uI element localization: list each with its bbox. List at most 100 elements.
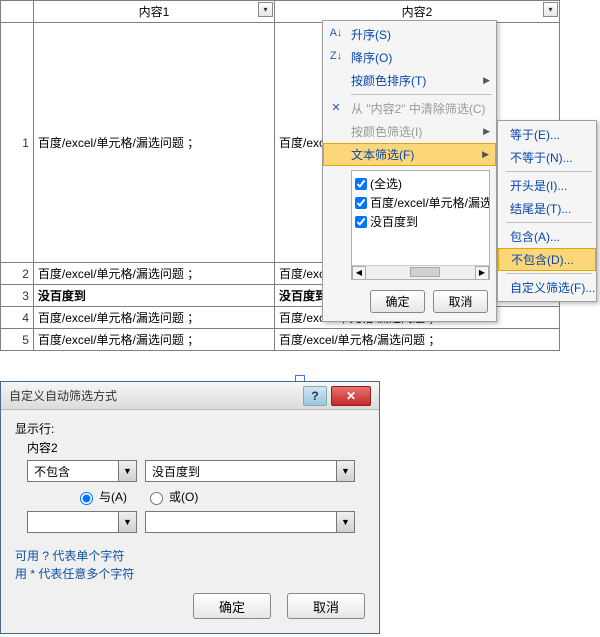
cancel-button[interactable]: 取消 [433,290,488,313]
combo-value: 没百度到 [146,463,336,480]
menu-label: 等于(E)... [510,126,560,143]
spreadsheet-area: 内容1 ▾ 内容2 ▾ 1 百度/excel/单元格/漏选问题 ； 百度/exc… [0,0,600,351]
cell[interactable]: 百度/excel/单元格/漏选问题 ； [33,307,274,329]
sort-by-color-item[interactable]: 按颜色排序(T) ▶ [323,69,496,92]
ok-button[interactable]: 确定 [370,290,425,313]
check-label: 百度/excel/单元格/漏选问题 [370,194,490,211]
checkbox[interactable] [355,178,367,190]
dialog-buttons: 确定 取消 [15,593,365,619]
menu-separator [506,273,592,274]
ends-with-item[interactable]: 结尾是(T)... [498,197,596,220]
logic-radio-group: 与(A) 或(O) [75,488,365,505]
check-label: 没百度到 [370,213,418,230]
clear-filter-item: ✕ 从 "内容2" 中清除筛选(C) [323,97,496,120]
combo-value: 不包含 [28,463,118,480]
and-radio[interactable]: 与(A) [75,488,127,505]
not-equals-item[interactable]: 不等于(N)... [498,146,596,169]
scroll-thumb[interactable] [410,267,440,277]
cell[interactable]: 百度/excel/单元格/漏选问题 ； [33,23,274,263]
menu-label: 升序(S) [351,26,391,43]
dialog-body: 显示行: 内容2 不包含 ▼ 没百度到 ▼ 与(A) 或(O) ▼ ▼ [1,410,379,633]
cell[interactable]: 百度/excel/单元格/漏选问题 ； [33,329,274,351]
dialog-title: 自定义自动筛选方式 [9,387,117,404]
chevron-down-icon[interactable]: ▼ [118,461,136,481]
horizontal-scrollbar[interactable]: ◀ ▶ [352,265,489,279]
submenu-arrow-icon: ▶ [483,126,490,137]
chevron-down-icon[interactable]: ▼ [336,461,354,481]
menu-label: 按颜色排序(T) [351,72,426,89]
custom-filter-item[interactable]: 自定义筛选(F)... [498,276,596,299]
field-label: 内容2 [27,439,365,456]
menu-label: 文本筛选(F) [351,146,414,163]
table-row: 5 百度/excel/单元格/漏选问题 ； 百度/excel/单元格/漏选问题 … [1,329,560,351]
ok-button[interactable]: 确定 [193,593,271,619]
hint-line1: 可用 ? 代表单个字符 [15,547,365,565]
contains-item[interactable]: 包含(A)... [498,225,596,248]
value2-combo[interactable]: ▼ [145,511,355,533]
menu-separator [506,171,592,172]
not-contains-item[interactable]: 不包含(D)... [498,248,596,271]
radio[interactable] [80,492,93,505]
cancel-button[interactable]: 取消 [287,593,365,619]
menu-separator [351,94,492,95]
filter-check-all[interactable]: (全选) [355,174,486,193]
corner-cell[interactable] [1,1,34,23]
checkbox[interactable] [355,216,367,228]
chevron-down-icon[interactable]: ▼ [118,512,136,532]
scroll-left-icon[interactable]: ◀ [352,266,366,280]
filter-check-item[interactable]: 没百度到 [355,212,486,231]
or-radio[interactable]: 或(O) [145,488,198,505]
cell[interactable]: 百度/excel/单元格/漏选问题 ； [275,329,560,351]
criteria-row-1: 不包含 ▼ 没百度到 ▼ [27,460,365,482]
header-content1[interactable]: 内容1 ▾ [33,1,274,23]
criteria-row-2: ▼ ▼ [27,511,365,533]
filter-dropdown-icon[interactable]: ▾ [543,2,558,17]
submenu-arrow-icon: ▶ [482,149,489,160]
cell[interactable]: 百度/excel/单元格/漏选问题 ； [33,263,274,285]
row-number[interactable]: 3 [1,285,34,307]
row-number[interactable]: 4 [1,307,34,329]
chevron-down-icon[interactable]: ▼ [336,512,354,532]
filter-values-panel: (全选) 百度/excel/单元格/漏选问题 没百度到 ◀ ▶ [351,170,490,280]
text-filter-submenu: 等于(E)... 不等于(N)... 开头是(I)... 结尾是(T)... 包… [497,120,597,302]
menu-label: 从 "内容2" 中清除筛选(C) [351,100,486,117]
menu-label: 按颜色筛选(I) [351,123,422,140]
custom-autofilter-dialog: 自定义自动筛选方式 ? ✕ 显示行: 内容2 不包含 ▼ 没百度到 ▼ 与(A)… [0,381,380,634]
row-number[interactable]: 5 [1,329,34,351]
operator1-combo[interactable]: 不包含 ▼ [27,460,137,482]
hint-text: 可用 ? 代表单个字符 用 * 代表任意多个字符 [15,547,365,583]
help-button[interactable]: ? [303,386,327,406]
sort-asc-item[interactable]: A↓ 升序(S) [323,23,496,46]
sort-desc-icon: Z↓ [327,48,345,64]
clear-filter-icon: ✕ [327,99,345,115]
checkbox[interactable] [355,197,367,209]
menu-label: 结尾是(T)... [510,200,571,217]
menu-label: 降序(O) [351,49,392,66]
text-filter-item[interactable]: 文本筛选(F) ▶ [323,143,496,166]
menu-label: 包含(A)... [510,228,560,245]
close-button[interactable]: ✕ [331,386,371,406]
menu-separator [506,222,592,223]
header-label: 内容1 [139,5,170,19]
dialog-titlebar[interactable]: 自定义自动筛选方式 ? ✕ [1,382,379,410]
radio-label: 或(O) [169,488,198,505]
scroll-right-icon[interactable]: ▶ [475,266,489,280]
row-number[interactable]: 1 [1,23,34,263]
row-number[interactable]: 2 [1,263,34,285]
filter-by-color-item: 按颜色筛选(I) ▶ [323,120,496,143]
equals-item[interactable]: 等于(E)... [498,123,596,146]
filter-check-item[interactable]: 百度/excel/单元格/漏选问题 [355,193,486,212]
scroll-track[interactable] [366,266,475,279]
value1-combo[interactable]: 没百度到 ▼ [145,460,355,482]
begins-with-item[interactable]: 开头是(I)... [498,174,596,197]
operator2-combo[interactable]: ▼ [27,511,137,533]
cell[interactable]: 没百度到 [33,285,274,307]
radio-label: 与(A) [99,488,127,505]
radio[interactable] [150,492,163,505]
header-label: 内容2 [402,5,433,19]
filter-dropdown-icon[interactable]: ▾ [258,2,273,17]
sort-desc-item[interactable]: Z↓ 降序(O) [323,46,496,69]
sort-asc-icon: A↓ [327,25,345,41]
filter-menu: A↓ 升序(S) Z↓ 降序(O) 按颜色排序(T) ▶ ✕ 从 "内容2" 中… [322,20,497,322]
submenu-arrow-icon: ▶ [483,75,490,86]
